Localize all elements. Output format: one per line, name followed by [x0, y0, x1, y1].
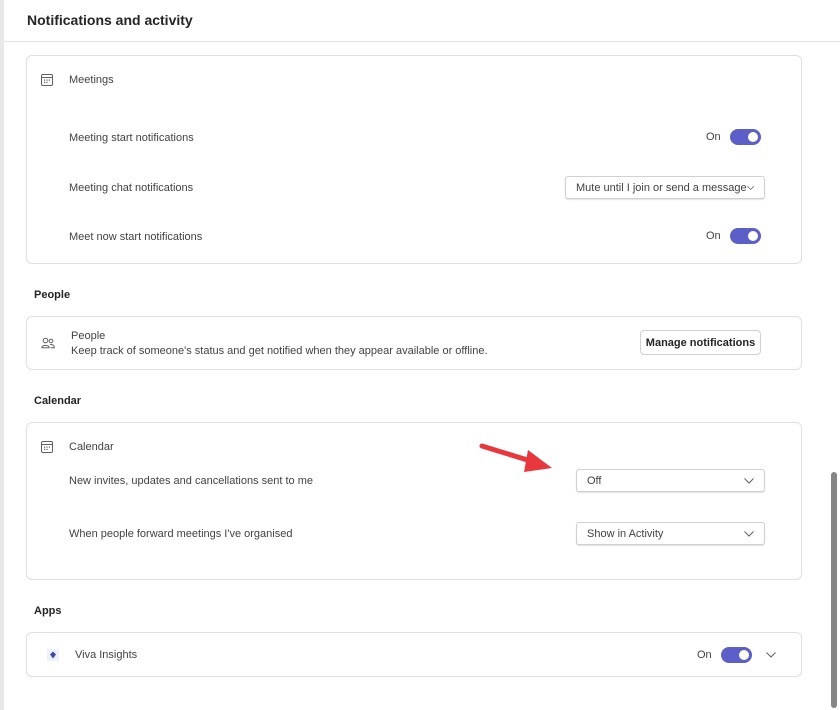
- toggle-state-text: On: [706, 230, 721, 242]
- toggle-state-text: On: [706, 131, 721, 143]
- forward-meetings-label: When people forward meetings I've organi…: [69, 528, 293, 540]
- people-card-description: Keep track of someone's status and get n…: [71, 345, 488, 357]
- calendar-forward-meetings-dropdown[interactable]: Show in Activity: [576, 522, 765, 545]
- meet-now-start-notifications-setting: On: [706, 228, 761, 244]
- calendar-section-label: Calendar: [34, 395, 82, 407]
- meeting-chat-notifications-dropdown[interactable]: Mute until I join or send a message: [565, 176, 765, 199]
- toggle-state-text: On: [697, 649, 712, 661]
- vertical-scrollbar[interactable]: [831, 472, 837, 708]
- calendar-card: Calendar New invites, updates and cancel…: [26, 422, 802, 580]
- chevron-down-icon: [744, 477, 754, 484]
- viva-insights-icon: [47, 649, 59, 661]
- meetings-card-title: Meetings: [69, 74, 114, 86]
- meeting-chat-notifications-label: Meeting chat notifications: [69, 182, 194, 194]
- viva-insights-setting: On: [697, 647, 752, 663]
- left-edge: [0, 0, 4, 710]
- meeting-start-notifications-toggle[interactable]: [729, 129, 761, 145]
- dropdown-value: Off: [587, 474, 602, 487]
- toggle-knob: [747, 132, 758, 142]
- calendar-icon: [41, 74, 53, 86]
- viva-insights-toggle[interactable]: [720, 647, 752, 663]
- meet-now-start-notifications-toggle[interactable]: [729, 228, 761, 244]
- new-invites-label: New invites, updates and cancellations s…: [69, 475, 313, 487]
- annotation-arrow: [479, 443, 552, 472]
- apps-card: Viva Insights On: [26, 632, 802, 677]
- expand-chevron-icon[interactable]: [766, 652, 776, 658]
- calendar-card-title: Calendar: [69, 441, 114, 453]
- people-card: People Keep track of someone's status an…: [26, 316, 802, 370]
- viva-insights-label: Viva Insights: [75, 649, 138, 661]
- apps-section-label: Apps: [34, 605, 62, 617]
- calendar-new-invites-dropdown[interactable]: Off: [576, 469, 765, 492]
- manage-notifications-button[interactable]: Manage notifications: [640, 330, 761, 355]
- dropdown-value: Show in Activity: [587, 527, 664, 540]
- page-header: Notifications and activity: [4, 0, 840, 42]
- chevron-down-icon: [746, 185, 754, 190]
- people-section-label: People: [34, 289, 71, 301]
- viva-insights-item: Viva Insights On: [27, 633, 801, 676]
- meetings-card: Meetings Meeting start notifications On …: [26, 55, 802, 264]
- dropdown-value: Mute until I join or send a message: [576, 181, 747, 194]
- meeting-start-notifications-setting: On: [706, 129, 761, 145]
- people-card-title: People: [71, 330, 106, 342]
- toggle-knob: [747, 231, 758, 241]
- meeting-start-notifications-label: Meeting start notifications: [69, 132, 194, 144]
- calendar-icon: [41, 441, 53, 453]
- meet-now-start-notifications-label: Meet now start notifications: [69, 231, 203, 243]
- people-icon: [41, 337, 55, 349]
- toggle-knob: [738, 650, 749, 660]
- page-title: Notifications and activity: [27, 12, 193, 28]
- chevron-down-icon: [744, 530, 754, 537]
